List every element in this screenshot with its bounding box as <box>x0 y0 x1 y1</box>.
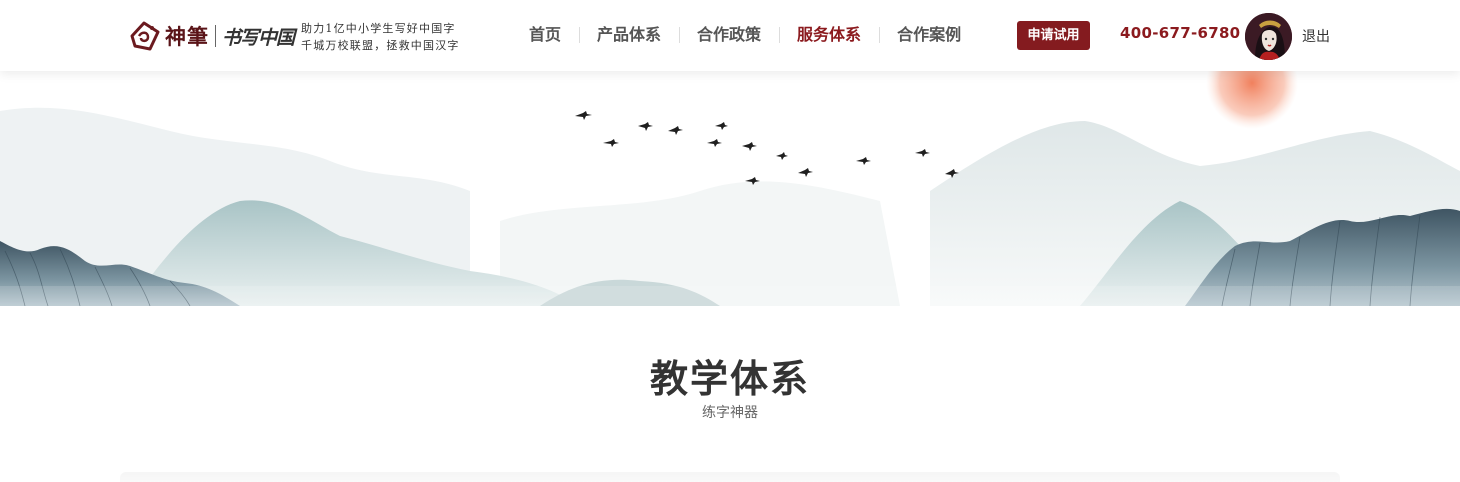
main-nav: 首页 产品体系 合作政策 服务体系 合作案例 <box>511 22 979 48</box>
logo-seal-icon <box>130 21 160 51</box>
top-header: 神筆 书写中国 助力1亿中小学生写好中国字 千城万校联盟，拯救中国汉字 首页 产… <box>0 0 1460 71</box>
nav-item-cooperation-policy[interactable]: 合作政策 <box>679 22 779 48</box>
logo-divider <box>215 25 216 47</box>
slogan-line-2: 千城万校联盟，拯救中国汉字 <box>301 39 460 52</box>
nav-item-home[interactable]: 首页 <box>511 22 579 48</box>
sun-icon <box>1206 71 1298 129</box>
slogan-line-1: 助力1亿中小学生写好中国字 <box>301 22 456 35</box>
flying-birds <box>575 111 959 185</box>
apply-trial-button[interactable]: 申请试用 <box>1017 21 1090 50</box>
slogan: 助力1亿中小学生写好中国字 千城万校联盟，拯救中国汉字 <box>301 20 460 54</box>
nav-item-cases[interactable]: 合作案例 <box>879 22 979 48</box>
nav-item-products[interactable]: 产品体系 <box>579 22 679 48</box>
hero-banner <box>0 71 1460 306</box>
phone-number: 400-677-6780 <box>1120 24 1241 42</box>
user-avatar[interactable] <box>1245 13 1292 60</box>
section-title: 教学体系 <box>649 357 810 401</box>
logo-brand-text: 神筆 <box>165 24 209 49</box>
avatar-portrait-icon <box>1245 13 1292 60</box>
logout-link[interactable]: 退出 <box>1302 26 1330 46</box>
nav-item-service-system[interactable]: 服务体系 <box>779 22 879 48</box>
content-card-edge <box>120 472 1340 482</box>
site-logo[interactable]: 神筆 书写中国 <box>128 18 295 54</box>
ink-mountains <box>0 71 1460 306</box>
logo-product-text: 书写中国 <box>222 26 295 49</box>
section-subtitle: 练字神器 <box>702 405 758 421</box>
